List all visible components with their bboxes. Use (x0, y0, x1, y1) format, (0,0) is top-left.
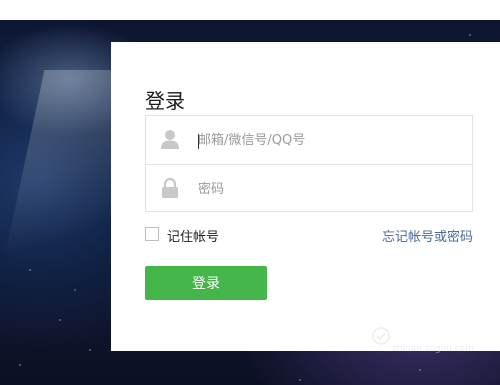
remember-row: 记住帐号 忘记帐号或密码 (145, 226, 473, 246)
watermark-url: zhinan.sogou.com (392, 344, 474, 354)
login-form (145, 115, 473, 212)
watermark-logo-icon (372, 327, 390, 345)
remember-label[interactable]: 记住帐号 (167, 226, 219, 245)
top-strip (0, 0, 500, 20)
login-title: 登录 (145, 89, 185, 113)
login-panel: 登录 记住帐号 忘记帐号或密码 登录 (111, 42, 500, 351)
lock-icon (160, 177, 180, 199)
password-field (146, 164, 472, 213)
remember-checkbox[interactable] (145, 227, 159, 241)
text-caret (198, 134, 199, 149)
user-icon (160, 128, 180, 150)
username-field (146, 116, 472, 164)
password-input[interactable] (198, 175, 458, 203)
watermark: zhinan.sogou.com (364, 327, 484, 359)
login-button[interactable]: 登录 (145, 266, 267, 300)
username-input[interactable] (198, 126, 458, 154)
forgot-password-link[interactable]: 忘记帐号或密码 (382, 226, 473, 245)
